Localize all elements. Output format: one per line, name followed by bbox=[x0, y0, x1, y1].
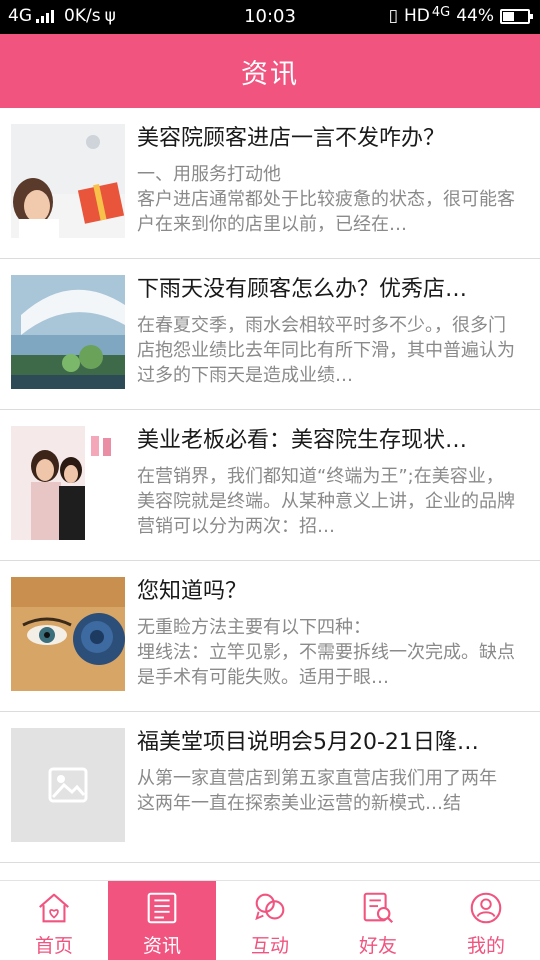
tab-label: 资讯 bbox=[142, 935, 181, 957]
list-item[interactable]: 您知道吗？ 无重睑方法主要有以下四种： 埋线法：立竿见影，不需要拆线一次完成。缺… bbox=[0, 561, 540, 712]
tab-label: 好友 bbox=[358, 935, 397, 957]
list-item[interactable]: 美业老板必看：美容院生存现状… 在营销界，我们都知道“终端为王”;在美容业，美容… bbox=[0, 410, 540, 561]
list-item[interactable]: 福美堂项目说明会5月20-21日隆… 从第一家直营店到第五家直营店我们用了两年 … bbox=[0, 712, 540, 863]
article-title[interactable]: 美业老板必看：美容院生存现状… bbox=[137, 426, 527, 456]
article-title[interactable]: 您知道吗？ bbox=[137, 577, 527, 607]
tab-label: 互动 bbox=[250, 935, 289, 957]
chat-icon bbox=[255, 893, 285, 921]
article-summary: 无重睑方法主要有以下四种： 埋线法：立竿见影，不需要拆线一次完成。缺点是手术有可… bbox=[137, 617, 515, 688]
tab-label: 首页 bbox=[34, 935, 73, 957]
friends-icon bbox=[363, 892, 394, 924]
profile-icon bbox=[470, 892, 502, 924]
status-right: ▯ HD 4G 44% bbox=[388, 4, 533, 26]
bottom-tab-bar: 首页 资讯 互动 好友 我的 bbox=[0, 880, 540, 960]
article-title[interactable]: 美容院顾客进店一言不发咋办？ bbox=[137, 124, 527, 154]
eye-rose-photo-icon bbox=[11, 577, 125, 691]
salon-gift-photo-icon bbox=[11, 124, 125, 238]
tab-home[interactable]: 首页 bbox=[0, 881, 108, 960]
article-thumbnail bbox=[11, 275, 125, 389]
tab-interact[interactable]: 互动 bbox=[216, 881, 324, 960]
article-title[interactable]: 福美堂项目说明会5月20-21日隆… bbox=[137, 728, 527, 758]
article-summary: 在营销界，我们都知道“终端为王”;在美容业，美容院就是终端。从某种意义上讲，企业… bbox=[137, 466, 515, 537]
home-icon bbox=[39, 893, 69, 923]
article-thumbnail bbox=[11, 426, 125, 540]
article-thumbnail bbox=[11, 577, 125, 691]
battery-percent: 44% bbox=[456, 6, 494, 26]
article-list[interactable]: 美容院顾客进店一言不发咋办？ 一、用服务打动他 客户进店通常都处于比较疲惫的状态… bbox=[0, 108, 540, 863]
app-header: 资讯 bbox=[0, 34, 540, 108]
battery-icon bbox=[500, 8, 533, 24]
vibrate-icon: ▯ bbox=[388, 6, 398, 26]
tab-me[interactable]: 我的 bbox=[432, 881, 540, 960]
tab-label: 我的 bbox=[466, 935, 505, 957]
article-summary: 在春夏交季，雨水会相较平时多不少。，很多门店抱怨业绩比去年同比有所下滑，其中普遍… bbox=[137, 315, 515, 386]
page-title: 资讯 bbox=[241, 58, 299, 90]
article-title[interactable]: 下雨天没有顾客怎么办？优秀店… bbox=[137, 275, 527, 305]
list-item[interactable]: 美容院顾客进店一言不发咋办？ 一、用服务打动他 客户进店通常都处于比较疲惫的状态… bbox=[0, 108, 540, 259]
umbrella-rain-photo-icon bbox=[11, 275, 125, 389]
article-thumbnail bbox=[11, 728, 125, 842]
article-summary: 一、用服务打动他 客户进店通常都处于比较疲惫的状态，很可能客户在来到你的店里以前… bbox=[137, 164, 515, 235]
list-item[interactable]: 下雨天没有顾客怎么办？优秀店… 在春夏交季，雨水会相较平时多不少。，很多门店抱怨… bbox=[0, 259, 540, 410]
tab-friends[interactable]: 好友 bbox=[324, 881, 432, 960]
image-placeholder-icon bbox=[48, 767, 88, 803]
article-summary: 从第一家直营店到第五家直营店我们用了两年 这两年一直在探索美业运营的新模式…结 bbox=[137, 768, 497, 814]
salon-staff-photo-icon bbox=[11, 426, 125, 540]
news-icon bbox=[147, 892, 177, 924]
tab-news[interactable]: 资讯 bbox=[108, 881, 216, 960]
article-thumbnail bbox=[11, 124, 125, 238]
status-bar: 4G 0K/s ψ 10:03 ▯ HD 4G 44% bbox=[0, 0, 540, 34]
hd-label: HD bbox=[403, 6, 430, 26]
network-type-2: 4G bbox=[431, 4, 451, 20]
